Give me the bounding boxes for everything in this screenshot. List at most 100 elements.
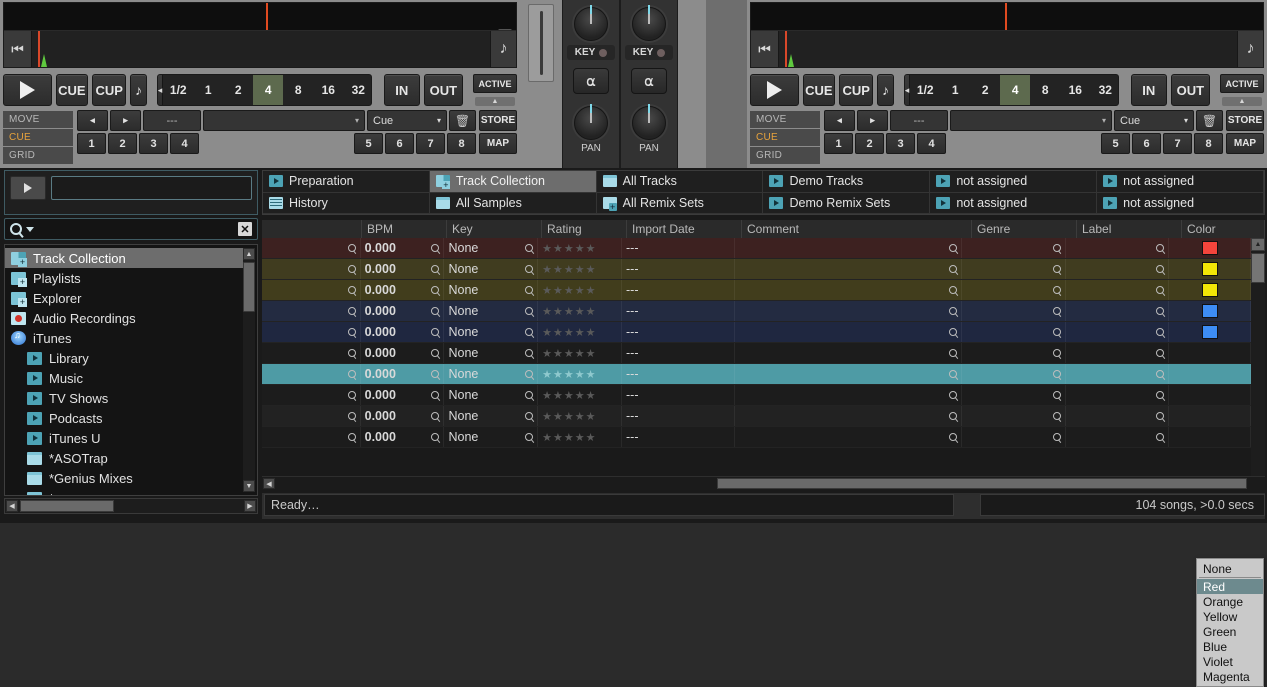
menu-item-yellow[interactable]: Yellow [1197, 609, 1263, 624]
hotcue-6[interactable]: 6 [385, 133, 414, 154]
cue-button[interactable]: CUE [802, 74, 836, 106]
color-swatch[interactable] [1201, 262, 1218, 276]
flux-mode-button[interactable]: ♪ [877, 74, 894, 106]
cell-title[interactable] [262, 406, 361, 426]
cell-import-date[interactable]: --- [622, 406, 736, 426]
key-led-icon-1[interactable] [599, 48, 608, 57]
tab-grid[interactable]: GRID [750, 147, 820, 164]
column-header-genre[interactable]: Genre [972, 220, 1077, 238]
cell-label[interactable] [1066, 364, 1170, 384]
tree-item-playlists[interactable]: Playlists [5, 268, 243, 288]
delete-cue-icon[interactable]: 🗑 [449, 110, 476, 131]
tree-item--genius-mixes[interactable]: *Genius Mixes [5, 468, 243, 488]
tab-move[interactable]: MOVE [3, 111, 73, 128]
favorite-all-tracks[interactable]: All Tracks [596, 171, 764, 193]
tree-item--asotrap[interactable]: *ASOTrap [5, 448, 243, 468]
cell-key[interactable]: None [444, 322, 539, 342]
hotcue-4[interactable]: 4 [170, 133, 199, 154]
color-context-menu[interactable]: None Red Orange Yellow Green Blue Violet Magent… [1196, 558, 1264, 687]
cell-genre[interactable] [962, 364, 1066, 384]
cell-bpm[interactable]: 0.000 [361, 406, 445, 426]
cell-label[interactable] [1066, 385, 1170, 405]
cell-comment[interactable] [735, 259, 963, 279]
menu-item-magenta[interactable]: Magenta [1197, 669, 1263, 684]
cup-button[interactable]: CUP [839, 74, 874, 106]
cell-comment[interactable] [735, 385, 963, 405]
rating-stars[interactable]: ★★★★★ [542, 242, 596, 255]
cell-color[interactable] [1169, 280, 1251, 300]
deck-b-waveform[interactable]: ⏮ ♪ [750, 2, 1264, 68]
cell-color[interactable] [1169, 427, 1251, 447]
column-header-bpm[interactable]: BPM [362, 220, 447, 238]
tab-cue[interactable]: CUE [3, 129, 73, 146]
cell-bpm[interactable]: 0.000 [361, 280, 445, 300]
color-swatch[interactable] [1201, 283, 1218, 297]
deck-b-stripe[interactable]: ⏮ ♪ [751, 30, 1263, 67]
cell-color[interactable] [1169, 364, 1251, 384]
map-button[interactable]: MAP [1226, 133, 1264, 154]
tree-vertical-scrollbar[interactable]: ▲ ▼ [243, 248, 255, 492]
cell-key[interactable]: None [444, 280, 539, 300]
cue-prev-icon[interactable]: ◂ [77, 110, 108, 131]
column-header-key[interactable]: Key [447, 220, 542, 238]
scroll-thumb-h[interactable] [20, 500, 114, 512]
cell-title[interactable] [262, 259, 361, 279]
favorite-demo-remix-sets[interactable]: Demo Remix Sets [763, 192, 931, 214]
cell-rating[interactable]: ★★★★★ [538, 238, 622, 258]
key-lock-icon[interactable]: ♪ [1237, 31, 1263, 67]
cell-color[interactable] [1169, 259, 1251, 279]
scroll-left-icon[interactable]: ◀ [263, 478, 275, 489]
rating-stars[interactable]: ★★★★★ [542, 305, 596, 318]
cell-bpm[interactable]: 0.000 [361, 343, 445, 363]
cell-comment[interactable] [735, 301, 963, 321]
loop-out-button[interactable]: OUT [1170, 74, 1211, 106]
hotcue-5[interactable]: 5 [354, 133, 383, 154]
loop-size-2[interactable]: 2 [223, 75, 253, 105]
scroll-right-icon[interactable]: ▶ [244, 500, 256, 512]
cell-import-date[interactable]: --- [622, 364, 736, 384]
cell-rating[interactable]: ★★★★★ [538, 385, 622, 405]
cell-rating[interactable]: ★★★★★ [538, 406, 622, 426]
cell-genre[interactable] [962, 322, 1066, 342]
loop-active-group[interactable]: ACTIVE ▲ [1220, 74, 1265, 106]
cell-rating[interactable]: ★★★★★ [538, 322, 622, 342]
tree-item-podcasts[interactable]: Podcasts [5, 408, 243, 428]
tree-item-track-collection[interactable]: Track Collection [5, 248, 243, 268]
cell-title[interactable] [262, 301, 361, 321]
hotcue-4[interactable]: 4 [917, 133, 946, 154]
deck-a-stripe[interactable]: ⏮ ♪ [4, 30, 516, 67]
loop-active-button[interactable]: ACTIVE [473, 74, 518, 93]
hotcue-1[interactable]: 1 [824, 133, 853, 154]
cell-title[interactable] [262, 280, 361, 300]
hotcue-7[interactable]: 7 [416, 133, 445, 154]
loop-size-1[interactable]: 1 [940, 75, 970, 105]
cell-genre[interactable] [962, 259, 1066, 279]
cell-bpm[interactable]: 0.000 [361, 385, 445, 405]
cell-bpm[interactable]: 0.000 [361, 322, 445, 342]
cell-comment[interactable] [735, 427, 963, 447]
cell-import-date[interactable]: --- [622, 385, 736, 405]
loop-out-button[interactable]: OUT [423, 74, 464, 106]
column-header-label[interactable]: Label [1077, 220, 1182, 238]
rating-stars[interactable]: ★★★★★ [542, 347, 596, 360]
chevron-down-icon[interactable] [26, 226, 34, 232]
loop-size-2[interactable]: 2 [970, 75, 1000, 105]
stripe-waveform[interactable] [779, 31, 1237, 67]
cell-label[interactable] [1066, 238, 1170, 258]
favorite-demo-tracks[interactable]: Demo Tracks [763, 171, 931, 193]
tree-item-audio-recordings[interactable]: Audio Recordings [5, 308, 243, 328]
store-button[interactable]: STORE [1226, 110, 1264, 131]
hotcue-3[interactable]: 3 [886, 133, 915, 154]
rating-stars[interactable]: ★★★★★ [542, 410, 596, 423]
cell-rating[interactable]: ★★★★★ [538, 364, 622, 384]
cell-genre[interactable] [962, 280, 1066, 300]
loop-size-1-2[interactable]: 1/2 [163, 75, 193, 105]
deck-a-waveform[interactable]: − ⏮ ♪ [3, 2, 517, 68]
loop-size-8[interactable]: 8 [1030, 75, 1060, 105]
cell-import-date[interactable]: --- [622, 427, 736, 447]
rating-stars[interactable]: ★★★★★ [542, 368, 596, 381]
store-button[interactable]: STORE [479, 110, 517, 131]
cell-key[interactable]: None [444, 301, 539, 321]
rating-stars[interactable]: ★★★★★ [542, 326, 596, 339]
cell-bpm[interactable]: 0.000 [361, 427, 445, 447]
